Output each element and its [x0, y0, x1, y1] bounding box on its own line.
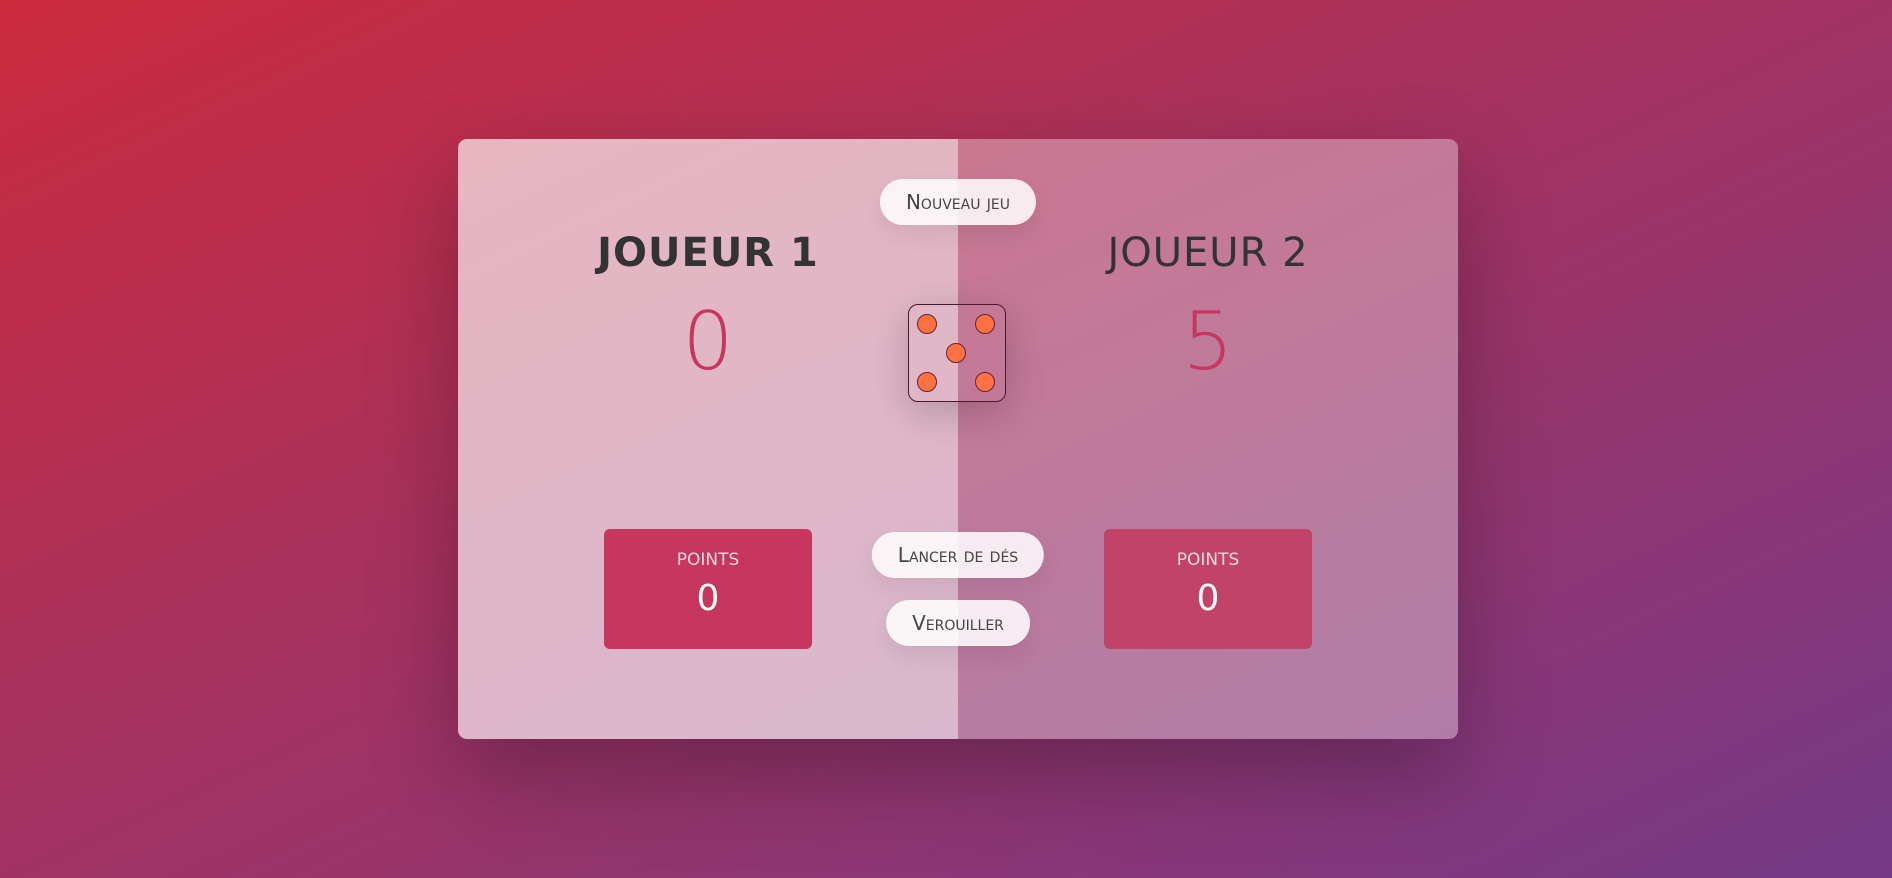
player-2-total-score: 5 [1182, 295, 1234, 388]
player-1-current-box: Points 0 [604, 529, 812, 649]
dice-pip [975, 372, 995, 392]
game-board: Joueur 1 0 Points 0 Joueur 2 5 Points 0 … [458, 139, 1458, 739]
player-1-total-score: 0 [682, 295, 734, 388]
player-2-current-score: 0 [1196, 578, 1220, 619]
dice-pip [917, 314, 937, 334]
player-1-name: Joueur 1 [597, 230, 819, 276]
new-game-button[interactable]: Nouveau jeu [879, 179, 1037, 225]
hold-button[interactable]: Verouiller [886, 600, 1030, 646]
player-2-panel: Joueur 2 5 Points 0 [958, 139, 1458, 739]
player-1-current-score: 0 [696, 578, 720, 619]
dice-pip [917, 372, 937, 392]
player-1-current-label: Points [676, 550, 740, 570]
player-2-current-box: Points 0 [1104, 529, 1312, 649]
player-1-panel: Joueur 1 0 Points 0 [458, 139, 958, 739]
dice-pip [975, 314, 995, 334]
dice-pip [946, 343, 966, 363]
roll-dice-button[interactable]: Lancer de dés [871, 532, 1045, 578]
dice [908, 304, 1006, 402]
player-2-name: Joueur 2 [1107, 230, 1309, 276]
player-2-current-label: Points [1176, 550, 1240, 570]
